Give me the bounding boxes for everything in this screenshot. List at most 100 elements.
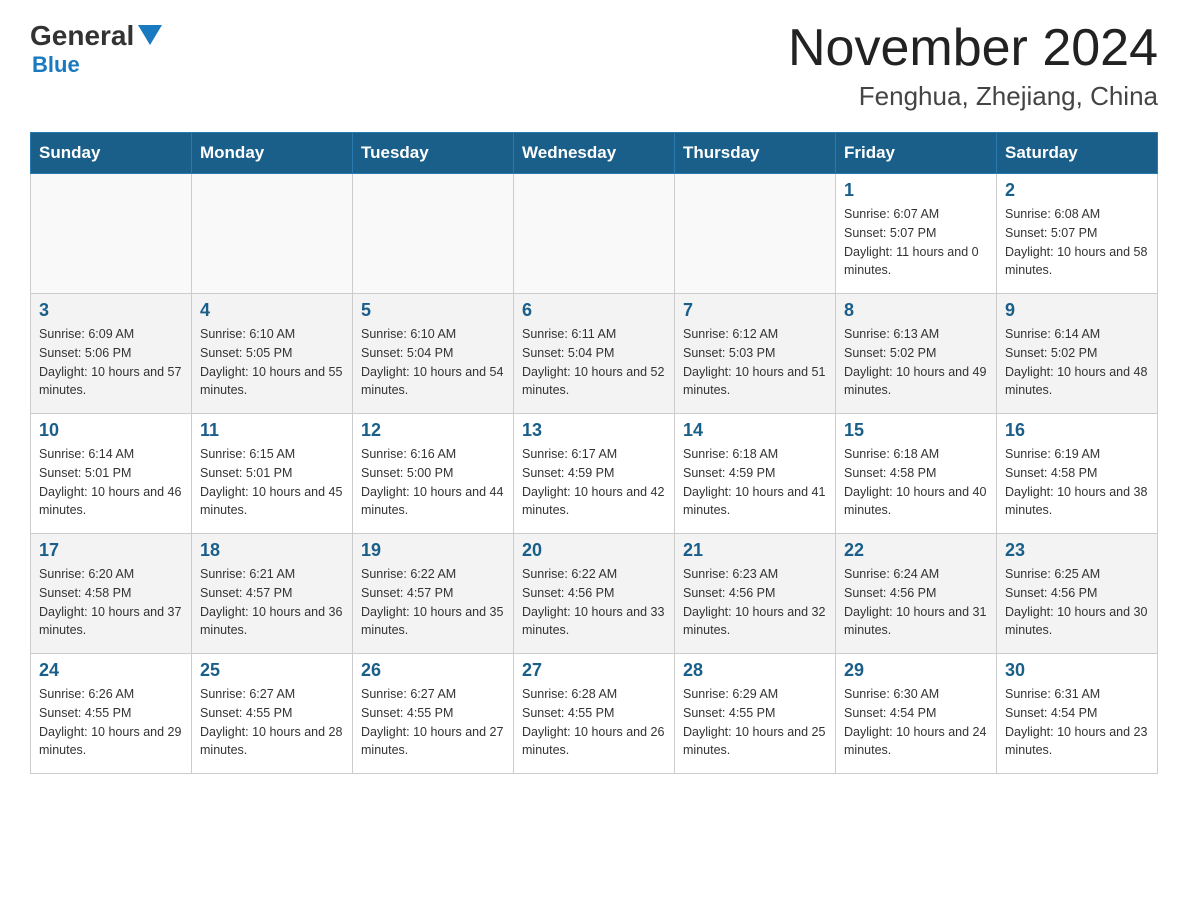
day-cell: 3 Sunrise: 6:09 AMSunset: 5:06 PMDaylight… — [31, 294, 192, 414]
week-row-2: 3 Sunrise: 6:09 AMSunset: 5:06 PMDaylight… — [31, 294, 1158, 414]
day-number: 14 — [683, 420, 827, 441]
day-number: 10 — [39, 420, 183, 441]
day-info: Sunrise: 6:10 AMSunset: 5:05 PMDaylight:… — [200, 325, 344, 400]
day-cell: 21 Sunrise: 6:23 AMSunset: 4:56 PMDayligh… — [675, 534, 836, 654]
day-cell: 7 Sunrise: 6:12 AMSunset: 5:03 PMDaylight… — [675, 294, 836, 414]
day-number: 18 — [200, 540, 344, 561]
day-info: Sunrise: 6:17 AMSunset: 4:59 PMDaylight:… — [522, 445, 666, 520]
day-number: 28 — [683, 660, 827, 681]
logo-general-text: General — [30, 20, 162, 52]
calendar-table: SundayMondayTuesdayWednesdayThursdayFrid… — [30, 132, 1158, 774]
day-number: 24 — [39, 660, 183, 681]
day-number: 6 — [522, 300, 666, 321]
day-number: 20 — [522, 540, 666, 561]
day-cell: 1Sunrise: 6:07 AMSunset: 5:07 PMDaylight… — [836, 174, 997, 294]
day-number: 22 — [844, 540, 988, 561]
day-info: Sunrise: 6:15 AMSunset: 5:01 PMDaylight:… — [200, 445, 344, 520]
day-info: Sunrise: 6:26 AMSunset: 4:55 PMDaylight:… — [39, 685, 183, 760]
day-cell: 30 Sunrise: 6:31 AMSunset: 4:54 PMDayligh… — [997, 654, 1158, 774]
day-number: 29 — [844, 660, 988, 681]
day-number: 9 — [1005, 300, 1149, 321]
day-info: Sunrise: 6:25 AMSunset: 4:56 PMDaylight:… — [1005, 565, 1149, 640]
day-cell: 20 Sunrise: 6:22 AMSunset: 4:56 PMDayligh… — [514, 534, 675, 654]
day-number: 4 — [200, 300, 344, 321]
day-info: Sunrise: 6:12 AMSunset: 5:03 PMDaylight:… — [683, 325, 827, 400]
day-cell: 17 Sunrise: 6:20 AMSunset: 4:58 PMDayligh… — [31, 534, 192, 654]
day-cell — [675, 174, 836, 294]
column-header-monday: Monday — [192, 133, 353, 174]
day-cell — [192, 174, 353, 294]
calendar-body: 1Sunrise: 6:07 AMSunset: 5:07 PMDaylight… — [31, 174, 1158, 774]
page-subtitle: Fenghua, Zhejiang, China — [788, 81, 1158, 112]
day-info: Sunrise: 6:24 AMSunset: 4:56 PMDaylight:… — [844, 565, 988, 640]
day-cell: 29Sunrise: 6:30 AMSunset: 4:54 PMDayligh… — [836, 654, 997, 774]
day-number: 7 — [683, 300, 827, 321]
day-number: 27 — [522, 660, 666, 681]
day-number: 3 — [39, 300, 183, 321]
day-cell: 28 Sunrise: 6:29 AMSunset: 4:55 PMDayligh… — [675, 654, 836, 774]
day-number: 21 — [683, 540, 827, 561]
week-row-3: 10 Sunrise: 6:14 AMSunset: 5:01 PMDayligh… — [31, 414, 1158, 534]
day-number: 19 — [361, 540, 505, 561]
day-info: Sunrise: 6:09 AMSunset: 5:06 PMDaylight:… — [39, 325, 183, 400]
day-cell: 26Sunrise: 6:27 AMSunset: 4:55 PMDayligh… — [353, 654, 514, 774]
day-cell: 13 Sunrise: 6:17 AMSunset: 4:59 PMDayligh… — [514, 414, 675, 534]
logo-blue-label: Blue — [32, 52, 80, 78]
week-row-1: 1Sunrise: 6:07 AMSunset: 5:07 PMDaylight… — [31, 174, 1158, 294]
day-info: Sunrise: 6:08 AMSunset: 5:07 PMDaylight:… — [1005, 205, 1149, 280]
day-cell: 15 Sunrise: 6:18 AMSunset: 4:58 PMDayligh… — [836, 414, 997, 534]
day-info: Sunrise: 6:19 AMSunset: 4:58 PMDaylight:… — [1005, 445, 1149, 520]
day-info: Sunrise: 6:18 AMSunset: 4:59 PMDaylight:… — [683, 445, 827, 520]
day-number: 8 — [844, 300, 988, 321]
day-info: Sunrise: 6:31 AMSunset: 4:54 PMDaylight:… — [1005, 685, 1149, 760]
day-number: 1 — [844, 180, 988, 201]
day-info: Sunrise: 6:27 AMSunset: 4:55 PMDaylight:… — [200, 685, 344, 760]
day-info: Sunrise: 6:29 AMSunset: 4:55 PMDaylight:… — [683, 685, 827, 760]
day-cell — [353, 174, 514, 294]
day-number: 30 — [1005, 660, 1149, 681]
day-number: 5 — [361, 300, 505, 321]
column-header-friday: Friday — [836, 133, 997, 174]
page-title: November 2024 — [788, 20, 1158, 77]
day-cell: 12Sunrise: 6:16 AMSunset: 5:00 PMDayligh… — [353, 414, 514, 534]
day-number: 11 — [200, 420, 344, 441]
logo-general-label: General — [30, 20, 134, 52]
day-info: Sunrise: 6:22 AMSunset: 4:56 PMDaylight:… — [522, 565, 666, 640]
day-info: Sunrise: 6:22 AMSunset: 4:57 PMDaylight:… — [361, 565, 505, 640]
day-number: 13 — [522, 420, 666, 441]
day-number: 25 — [200, 660, 344, 681]
logo: General Blue — [30, 20, 162, 78]
week-row-5: 24 Sunrise: 6:26 AMSunset: 4:55 PMDayligh… — [31, 654, 1158, 774]
day-number: 23 — [1005, 540, 1149, 561]
day-info: Sunrise: 6:18 AMSunset: 4:58 PMDaylight:… — [844, 445, 988, 520]
day-info: Sunrise: 6:14 AMSunset: 5:01 PMDaylight:… — [39, 445, 183, 520]
day-cell: 2Sunrise: 6:08 AMSunset: 5:07 PMDaylight… — [997, 174, 1158, 294]
day-number: 17 — [39, 540, 183, 561]
day-number: 15 — [844, 420, 988, 441]
header-row: SundayMondayTuesdayWednesdayThursdayFrid… — [31, 133, 1158, 174]
day-info: Sunrise: 6:11 AMSunset: 5:04 PMDaylight:… — [522, 325, 666, 400]
column-header-thursday: Thursday — [675, 133, 836, 174]
day-cell — [31, 174, 192, 294]
day-info: Sunrise: 6:16 AMSunset: 5:00 PMDaylight:… — [361, 445, 505, 520]
day-info: Sunrise: 6:23 AMSunset: 4:56 PMDaylight:… — [683, 565, 827, 640]
day-cell: 14 Sunrise: 6:18 AMSunset: 4:59 PMDayligh… — [675, 414, 836, 534]
day-cell: 23 Sunrise: 6:25 AMSunset: 4:56 PMDayligh… — [997, 534, 1158, 654]
day-cell: 18 Sunrise: 6:21 AMSunset: 4:57 PMDayligh… — [192, 534, 353, 654]
day-info: Sunrise: 6:13 AMSunset: 5:02 PMDaylight:… — [844, 325, 988, 400]
day-cell: 16 Sunrise: 6:19 AMSunset: 4:58 PMDayligh… — [997, 414, 1158, 534]
day-info: Sunrise: 6:21 AMSunset: 4:57 PMDaylight:… — [200, 565, 344, 640]
day-cell: 19 Sunrise: 6:22 AMSunset: 4:57 PMDayligh… — [353, 534, 514, 654]
day-cell: 9 Sunrise: 6:14 AMSunset: 5:02 PMDaylight… — [997, 294, 1158, 414]
day-cell: 6 Sunrise: 6:11 AMSunset: 5:04 PMDaylight… — [514, 294, 675, 414]
day-info: Sunrise: 6:20 AMSunset: 4:58 PMDaylight:… — [39, 565, 183, 640]
day-info: Sunrise: 6:14 AMSunset: 5:02 PMDaylight:… — [1005, 325, 1149, 400]
day-cell: 8 Sunrise: 6:13 AMSunset: 5:02 PMDaylight… — [836, 294, 997, 414]
title-area: November 2024 Fenghua, Zhejiang, China — [788, 20, 1158, 112]
day-number: 16 — [1005, 420, 1149, 441]
day-cell: 27Sunrise: 6:28 AMSunset: 4:55 PMDayligh… — [514, 654, 675, 774]
day-cell: 11 Sunrise: 6:15 AMSunset: 5:01 PMDayligh… — [192, 414, 353, 534]
day-info: Sunrise: 6:10 AMSunset: 5:04 PMDaylight:… — [361, 325, 505, 400]
day-cell: 10 Sunrise: 6:14 AMSunset: 5:01 PMDayligh… — [31, 414, 192, 534]
day-number: 26 — [361, 660, 505, 681]
